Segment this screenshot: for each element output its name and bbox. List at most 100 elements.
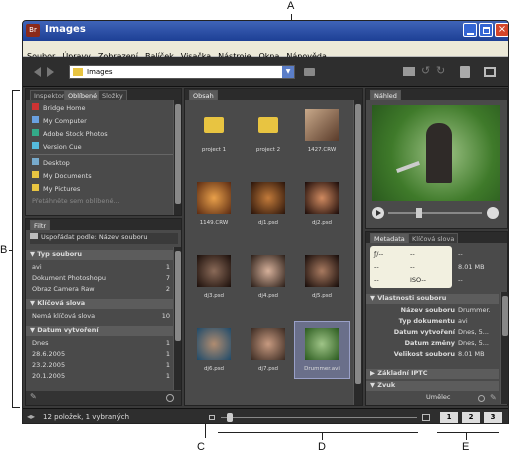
compact-mode-icon[interactable] xyxy=(484,67,496,77)
favorites-scrollbar[interactable] xyxy=(173,100,181,215)
shutter-value: -- xyxy=(410,250,415,258)
thumbnail-caption: 1427.CRW xyxy=(307,147,337,153)
thumbnail-item[interactable]: dj6.psd xyxy=(187,322,241,378)
filter-scrollbar[interactable] xyxy=(173,247,181,390)
thumbnail-item[interactable]: dj5.psd xyxy=(295,249,349,305)
filter-row[interactable]: 28.6.2005 1 xyxy=(32,350,170,358)
filter-group-date-created[interactable]: ▼ Datum vytvoření xyxy=(26,326,174,336)
playback-slider[interactable] xyxy=(388,212,482,214)
sort-dropdown[interactable]: Uspořádat podle: Název souboru xyxy=(30,233,178,244)
property-value: avi xyxy=(458,317,468,325)
volume-icon[interactable] xyxy=(487,207,499,219)
pin-icon[interactable]: ✎ xyxy=(30,392,37,401)
metadata-options-icon[interactable] xyxy=(478,395,485,402)
filter-row[interactable]: Dokument Photoshopu 7 xyxy=(32,274,170,282)
filter-row[interactable]: Nemá klíčová slova 10 xyxy=(32,312,170,320)
close-button[interactable]: × xyxy=(495,23,508,37)
section-iptc[interactable]: ▶ Základní IPTC xyxy=(366,369,499,379)
rotate-right-icon[interactable]: ↻ xyxy=(436,64,445,77)
filter-label: 20.1.2005 xyxy=(32,372,66,380)
desktop-icon xyxy=(32,158,39,165)
tab-inspector[interactable]: Inspektor xyxy=(30,90,69,100)
filter-group-file-type[interactable]: ▼ Typ souboru xyxy=(26,250,174,260)
fav-bridge-home[interactable]: Bridge Home xyxy=(32,103,85,112)
tab-keywords[interactable]: Klíčová slova xyxy=(408,233,459,243)
play-button[interactable] xyxy=(372,207,384,219)
filter-count: 2 xyxy=(165,285,170,293)
thumbnail-item[interactable]: dj2.psd xyxy=(295,176,349,232)
thumbnail-item[interactable]: project 1 xyxy=(187,103,241,159)
rotate-left-icon[interactable]: ↺ xyxy=(421,64,430,77)
filter-row[interactable]: Obraz Camera Raw 2 xyxy=(32,285,170,293)
thumbnail-item[interactable]: dj3.psd xyxy=(187,249,241,305)
minimize-button[interactable] xyxy=(463,23,477,37)
fav-adobe-stock-photos[interactable]: Adobe Stock Photos xyxy=(32,129,108,138)
fav-my-pictures[interactable]: My Pictures xyxy=(32,184,80,193)
tab-folders[interactable]: Složky xyxy=(98,90,127,100)
toggle-panels-icon[interactable]: ◂▸ xyxy=(27,412,35,421)
recent-folders-icon[interactable] xyxy=(304,68,315,76)
thumbnail-image xyxy=(251,328,285,360)
fav-drop-hint: Přetáhněte sem oblíbené... xyxy=(32,197,120,205)
filter-row[interactable]: avi 1 xyxy=(32,263,170,271)
thumbnail-item[interactable]: dj1.psd xyxy=(241,176,295,232)
sort-icon xyxy=(30,233,38,239)
fav-version-cue[interactable]: Version Cue xyxy=(32,142,82,151)
fav-label: Version Cue xyxy=(43,143,82,151)
forward-arrow-icon[interactable] xyxy=(47,67,59,77)
fav-my-documents[interactable]: My Documents xyxy=(32,171,92,180)
thumbnail-item[interactable]: dj7.psd xyxy=(241,322,295,378)
filter-row[interactable]: Dnes 1 xyxy=(32,339,170,347)
path-dropdown-icon[interactable]: ▼ xyxy=(282,66,294,78)
tab-filter[interactable]: Filtr xyxy=(30,220,51,230)
filter-group-keywords[interactable]: ▼ Klíčová slova xyxy=(26,299,174,309)
filter-row[interactable]: 23.2.2005 1 xyxy=(32,361,170,369)
workspace-1-button[interactable]: 1 xyxy=(440,412,458,423)
tab-favorites[interactable]: Oblíbené xyxy=(64,90,102,100)
thumbnail-size-slider[interactable] xyxy=(221,417,417,418)
folder-icon xyxy=(32,171,39,178)
thumbnail-size-handle[interactable] xyxy=(227,413,233,422)
thumbnail-item[interactable]: Drummer.avi xyxy=(294,321,350,379)
thumbnail-caption: project 2 xyxy=(255,147,281,153)
content-scrollbar[interactable] xyxy=(353,100,362,405)
artist-label: Umělec xyxy=(426,393,451,401)
delete-icon[interactable] xyxy=(460,66,470,78)
thumbnail-item[interactable]: dj4.psd xyxy=(241,249,295,305)
workspace-3-button[interactable]: 3 xyxy=(484,412,502,423)
tab-metadata[interactable]: Metadata xyxy=(370,233,409,243)
thumbnail-image xyxy=(197,255,231,287)
dimension-value: -- xyxy=(458,250,463,258)
section-file-properties[interactable]: ▼ Vlastnosti souboru xyxy=(366,294,499,304)
new-folder-icon[interactable] xyxy=(403,67,415,76)
filter-count: 1 xyxy=(165,361,170,369)
thumbnail-item[interactable]: 1149.CRW xyxy=(187,176,241,232)
section-title: Zvuk xyxy=(377,381,396,389)
thumbnail-caption: 1149.CRW xyxy=(199,220,229,226)
thumbnail-item[interactable]: project 2 xyxy=(241,103,295,159)
small-thumb-icon[interactable] xyxy=(209,415,215,420)
content-panel: Obsah project 1 project 2 1427.CRW 1149.CRW… xyxy=(184,88,363,406)
edit-icon[interactable]: ✎ xyxy=(490,393,497,402)
title-bar: Br Images × xyxy=(23,21,508,41)
metadata-scrollbar[interactable] xyxy=(500,292,508,404)
back-arrow-icon[interactable] xyxy=(29,67,41,77)
playback-handle[interactable] xyxy=(416,208,422,218)
filter-row[interactable]: 20.1.2005 1 xyxy=(32,372,170,380)
tab-preview[interactable]: Náhled xyxy=(370,90,401,100)
filter-panel: Filtr Uspořádat podle: Název souboru ▼ T… xyxy=(25,218,182,406)
clear-filter-icon[interactable] xyxy=(166,394,174,402)
thumbnail-item[interactable]: 1427.CRW xyxy=(295,103,349,159)
fav-my-computer[interactable]: My Computer xyxy=(32,116,87,125)
maximize-button[interactable] xyxy=(479,23,493,37)
workspace-2-button[interactable]: 2 xyxy=(462,412,480,423)
fav-desktop[interactable]: Desktop xyxy=(32,158,70,167)
thumbnail-image xyxy=(251,255,285,287)
tab-content[interactable]: Obsah xyxy=(189,90,218,100)
path-combobox[interactable]: Images ▼ xyxy=(69,65,295,79)
large-thumb-icon[interactable] xyxy=(422,414,430,421)
drumstick xyxy=(396,161,420,173)
callout-d-tick xyxy=(322,432,323,440)
section-audio[interactable]: ▼ Zvuk xyxy=(366,381,499,391)
property-value: Dnes, 5... xyxy=(458,328,489,336)
